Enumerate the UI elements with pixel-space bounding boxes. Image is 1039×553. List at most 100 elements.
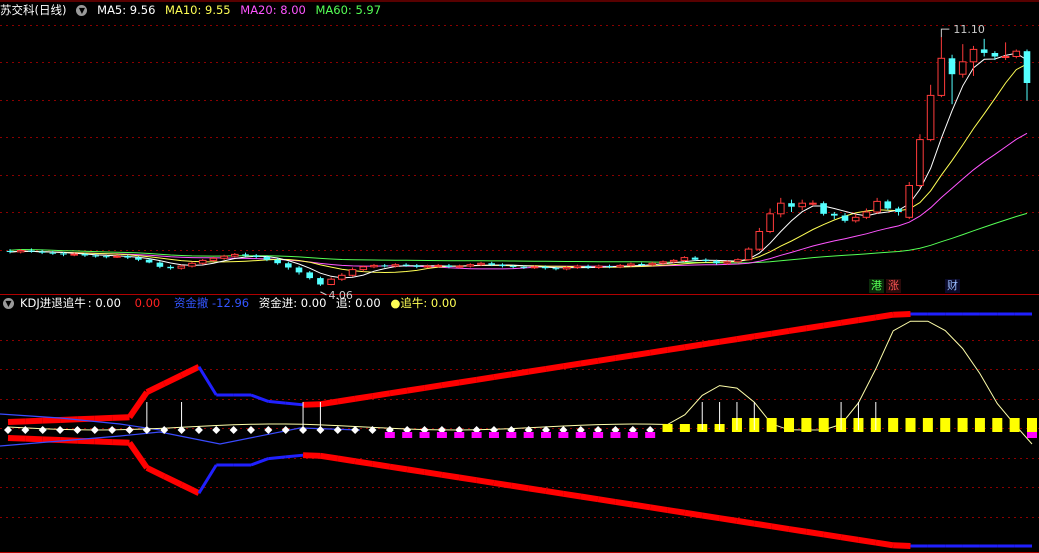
ribbon-lower-segment [788, 526, 807, 535]
candle-down [841, 215, 849, 221]
candle-up [916, 139, 924, 187]
ribbon-upper-segment [649, 346, 668, 356]
zijin-in-value: 0.00 [300, 296, 327, 310]
indicator-name: KDJ进退追牛 [20, 296, 86, 310]
tag-cai[interactable]: 财 [945, 279, 960, 293]
ribbon-lower-segment [840, 534, 859, 543]
candle-down [124, 256, 131, 258]
yellow-bar [1009, 418, 1020, 432]
ribbon-lower-segment [406, 466, 426, 476]
ribbon-lower-segment [424, 469, 443, 478]
candle-up [573, 265, 582, 269]
ribbon-lower-segment [145, 465, 166, 479]
ribbon-lower-segment [250, 457, 269, 467]
legend-dropdown-icon[interactable]: ▼ [76, 5, 88, 16]
stock-name: 苏交科 [0, 3, 35, 17]
zijin-cut-label: 资金撤 [173, 296, 209, 310]
ribbon-upper-segment [112, 414, 130, 421]
tag-zhang[interactable]: 涨 [886, 279, 901, 293]
candle-up [659, 261, 667, 264]
candle-down [285, 263, 292, 268]
magenta-bar [454, 432, 465, 438]
ribbon-lower-segment [493, 479, 512, 489]
ribbon-lower-segment [94, 438, 113, 446]
candle-down [980, 49, 988, 53]
candle-up [755, 231, 764, 250]
candle-up [477, 262, 485, 266]
candle-down [381, 265, 388, 267]
candle-up [327, 278, 335, 286]
ribbon-upper-segment [145, 381, 166, 395]
candle-up [220, 255, 228, 259]
price-legend: 苏交科(日线) ▼ MA5: 9.56 MA10: 9.55 MA20: 8.00… [0, 1, 387, 19]
candle-down [552, 268, 560, 270]
indicator-dropdown-icon[interactable]: ▼ [3, 298, 14, 309]
ribbon-lower-segment [25, 435, 43, 443]
candle-down [38, 251, 46, 253]
candle-up [616, 264, 625, 268]
ribbon-lower-segment [7, 435, 26, 442]
candle-up [113, 255, 121, 258]
diamond-marker [90, 426, 99, 434]
candles-group [6, 37, 1031, 286]
candle-up [370, 264, 378, 268]
candle-up [595, 265, 603, 269]
candle-down [274, 259, 281, 264]
ribbon-lower-segment [354, 458, 373, 467]
ribbon-upper-segment [597, 355, 616, 364]
candle-down [145, 259, 153, 263]
ma10-label: MA10: [165, 3, 202, 17]
candle-up [231, 253, 239, 257]
candle-up [434, 264, 442, 267]
diamond-marker [264, 426, 273, 434]
ribbon-upper-segment [545, 363, 564, 372]
magenta-bar [558, 432, 569, 438]
high-price-label: 11.10 [953, 23, 985, 36]
diamond-marker [246, 426, 255, 434]
diamond-marker [108, 426, 117, 434]
candle-up [937, 57, 946, 96]
magenta-bar [471, 432, 482, 438]
ribbon-lower-segment [42, 436, 61, 444]
candle-down [520, 266, 528, 268]
candle-up [359, 266, 368, 271]
candle-down [156, 262, 164, 267]
ribbon-upper-segment [127, 390, 150, 419]
ribbon-upper-segment [875, 311, 894, 321]
ribbon-upper-segment [372, 390, 391, 400]
zhuiniu-value: 0.00 [430, 296, 457, 310]
candle-up [177, 265, 186, 269]
candle-up [723, 261, 732, 264]
tag-gang[interactable]: 港 [869, 279, 884, 293]
ribbon-lower-segment [805, 528, 825, 538]
candle-down [884, 201, 892, 209]
ma60-legend: MA60: 5.97 [315, 3, 381, 17]
candle-down [445, 265, 453, 267]
candle-up [338, 274, 346, 280]
ribbon-upper-segment [458, 376, 478, 386]
candle-down [788, 203, 795, 207]
candle-up [188, 262, 196, 267]
ribbon-upper-segment [857, 314, 877, 324]
candle-up [391, 264, 400, 267]
ribbon-lower-segment [753, 520, 773, 530]
diamond-marker [281, 426, 290, 434]
diamond-marker [21, 426, 30, 434]
ribbon-upper-segment [632, 349, 651, 359]
ribbon-lower-segment [719, 515, 738, 524]
yellow-bar [784, 418, 795, 432]
ribbon-upper-segment [302, 401, 321, 408]
ribbon-lower-segment [857, 536, 877, 546]
ribbon-upper-segment [268, 399, 286, 405]
ribbon-upper-segment [476, 374, 495, 383]
ribbon-upper-segment [771, 328, 790, 337]
ma10-value: 9.55 [205, 3, 231, 17]
ribbon-lower-segment [701, 512, 721, 522]
candle-down [135, 257, 142, 260]
yellow-bar [766, 418, 777, 432]
candle-down [831, 213, 838, 216]
ribbon-upper-segment [162, 372, 183, 387]
candle-down [6, 250, 14, 252]
chart-canvas[interactable]: 11.104.06 [0, 0, 1039, 553]
candle-down [584, 266, 592, 268]
